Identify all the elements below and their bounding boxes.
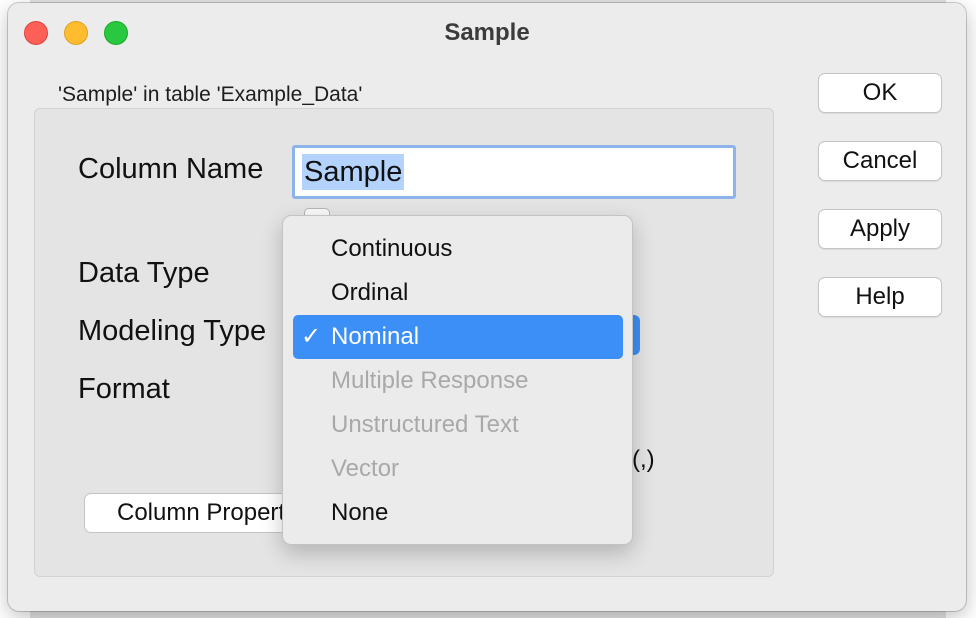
menu-item-label: Nominal <box>331 323 420 350</box>
menu-item-label: Ordinal <box>331 279 409 306</box>
column-name-label: Column Name <box>78 153 264 185</box>
apply-button[interactable]: Apply <box>818 209 942 249</box>
menu-item-label: Unstructured Text <box>331 411 519 438</box>
menu-item-continuous[interactable]: Continuous <box>293 227 623 271</box>
column-name-selected-text: Sample <box>302 154 405 190</box>
window-title: Sample <box>444 19 530 46</box>
modeling-type-label: Modeling Type <box>78 315 267 347</box>
menu-item-multiple-response: Multiple Response <box>293 359 623 403</box>
help-button[interactable]: Help <box>818 277 942 317</box>
menu-item-ordinal[interactable]: Ordinal <box>293 271 623 315</box>
menu-item-nominal[interactable]: ✓ Nominal <box>293 315 623 359</box>
menu-item-none[interactable]: None <box>293 491 623 535</box>
data-type-label: Data Type <box>78 257 210 289</box>
ok-button[interactable]: OK <box>818 73 942 113</box>
title-bar: Sample <box>8 3 966 61</box>
checkmark-icon: ✓ <box>301 323 322 350</box>
column-properties-button[interactable]: Column Properties <box>84 493 304 533</box>
menu-item-label: Multiple Response <box>331 367 529 394</box>
menu-item-label: Vector <box>331 455 400 482</box>
dialog-subtitle: 'Sample' in table 'Example_Data' <box>58 83 363 106</box>
menu-item-label: None <box>331 499 389 526</box>
cancel-button[interactable]: Cancel <box>818 141 942 181</box>
menu-item-unstructured-text: Unstructured Text <box>293 403 623 447</box>
format-label: Format <box>78 373 170 405</box>
menu-item-label: Continuous <box>331 235 453 262</box>
modeling-type-menu: Continuous Ordinal ✓ Nominal Multiple Re… <box>282 215 633 545</box>
menu-item-vector: Vector <box>293 447 623 491</box>
